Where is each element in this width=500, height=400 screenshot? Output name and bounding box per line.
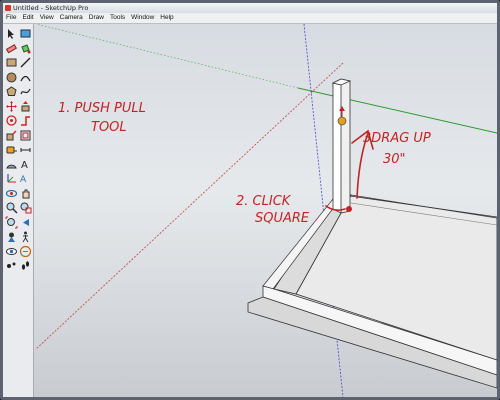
post-front[interactable] <box>332 82 342 214</box>
text-icon[interactable]: A <box>19 158 32 171</box>
svg-text:A: A <box>21 160 28 171</box>
large-tool-set-toolbar: AA <box>3 24 34 397</box>
freehand-icon[interactable] <box>19 85 32 98</box>
look-around-icon[interactable] <box>5 245 18 258</box>
axes-icon[interactable] <box>5 172 18 185</box>
zoom-icon[interactable] <box>5 201 18 214</box>
polygon-icon[interactable] <box>5 85 18 98</box>
green-axis-dotted <box>35 24 299 89</box>
menu-camera[interactable]: Camera <box>57 13 86 23</box>
dimension-icon[interactable] <box>19 143 32 156</box>
annotation-step2-line2: SQUARE <box>255 211 310 226</box>
menu-tools[interactable]: Tools <box>107 13 128 23</box>
menu-help[interactable]: Help <box>157 13 176 23</box>
pan-icon[interactable] <box>19 187 32 200</box>
menu-bar: File Edit View Camera Draw Tools Window Help <box>3 13 497 24</box>
sketchup-window: Untitled - SketchUp Pro File Edit View Came… <box>0 0 500 400</box>
annotation-step1-line1: 1. PUSH PULL <box>58 101 146 116</box>
inference-point-base <box>346 206 352 212</box>
menu-edit[interactable]: Edit <box>19 13 36 23</box>
menu-window[interactable]: Window <box>128 13 157 23</box>
model-viewport[interactable]: 1. PUSH PULL TOOL 2. CLICK SQUARE 3DRAG … <box>34 24 497 397</box>
eraser-icon[interactable] <box>5 42 18 55</box>
rotate-icon[interactable] <box>5 114 18 127</box>
window-title: Untitled - SketchUp Pro <box>13 4 89 12</box>
sketchup-app-icon <box>5 5 11 11</box>
paint-bucket-icon[interactable] <box>19 42 32 55</box>
circle-icon[interactable] <box>5 71 18 84</box>
follow-me-icon[interactable] <box>19 114 32 127</box>
protractor-icon[interactable] <box>5 158 18 171</box>
section-plane-icon[interactable] <box>19 245 32 258</box>
annotation-step3-line1: 3DRAG UP <box>363 131 431 146</box>
zoom-window-icon[interactable] <box>19 201 32 214</box>
select-icon[interactable] <box>5 27 18 40</box>
offset-icon[interactable] <box>19 129 32 142</box>
move-icon[interactable] <box>5 100 18 113</box>
arc-icon[interactable] <box>19 71 32 84</box>
menu-view[interactable]: View <box>37 13 57 23</box>
zoom-extents-icon[interactable] <box>5 216 18 229</box>
3d-text-icon[interactable]: A <box>19 172 32 185</box>
push-pull-icon[interactable] <box>19 100 32 113</box>
svg-text:A: A <box>20 175 27 185</box>
annotation-step3-line2: 30" <box>383 152 406 167</box>
annotation-step2-line1: 2. CLICK <box>236 194 292 209</box>
previous-view-icon[interactable] <box>19 216 32 229</box>
component-icon[interactable] <box>19 27 32 40</box>
green-axis <box>297 87 497 134</box>
sandbox-icon[interactable] <box>5 259 18 272</box>
title-bar: Untitled - SketchUp Pro <box>3 3 497 13</box>
model-scene[interactable]: 1. PUSH PULL TOOL 2. CLICK SQUARE 3DRAG … <box>34 24 497 397</box>
orbit-icon[interactable] <box>5 187 18 200</box>
pushpull-cursor-icon <box>337 116 347 126</box>
walk-icon[interactable] <box>19 230 32 243</box>
line-icon[interactable] <box>19 56 32 69</box>
rectangle-icon[interactable] <box>5 56 18 69</box>
menu-draw[interactable]: Draw <box>86 13 107 23</box>
scale-icon[interactable] <box>5 129 18 142</box>
annotation-step1-line2: TOOL <box>91 120 127 135</box>
footprints-icon[interactable] <box>19 259 32 272</box>
tape-measure-icon[interactable] <box>5 143 18 156</box>
menu-file[interactable]: File <box>3 13 19 23</box>
position-camera-icon[interactable] <box>5 230 18 243</box>
